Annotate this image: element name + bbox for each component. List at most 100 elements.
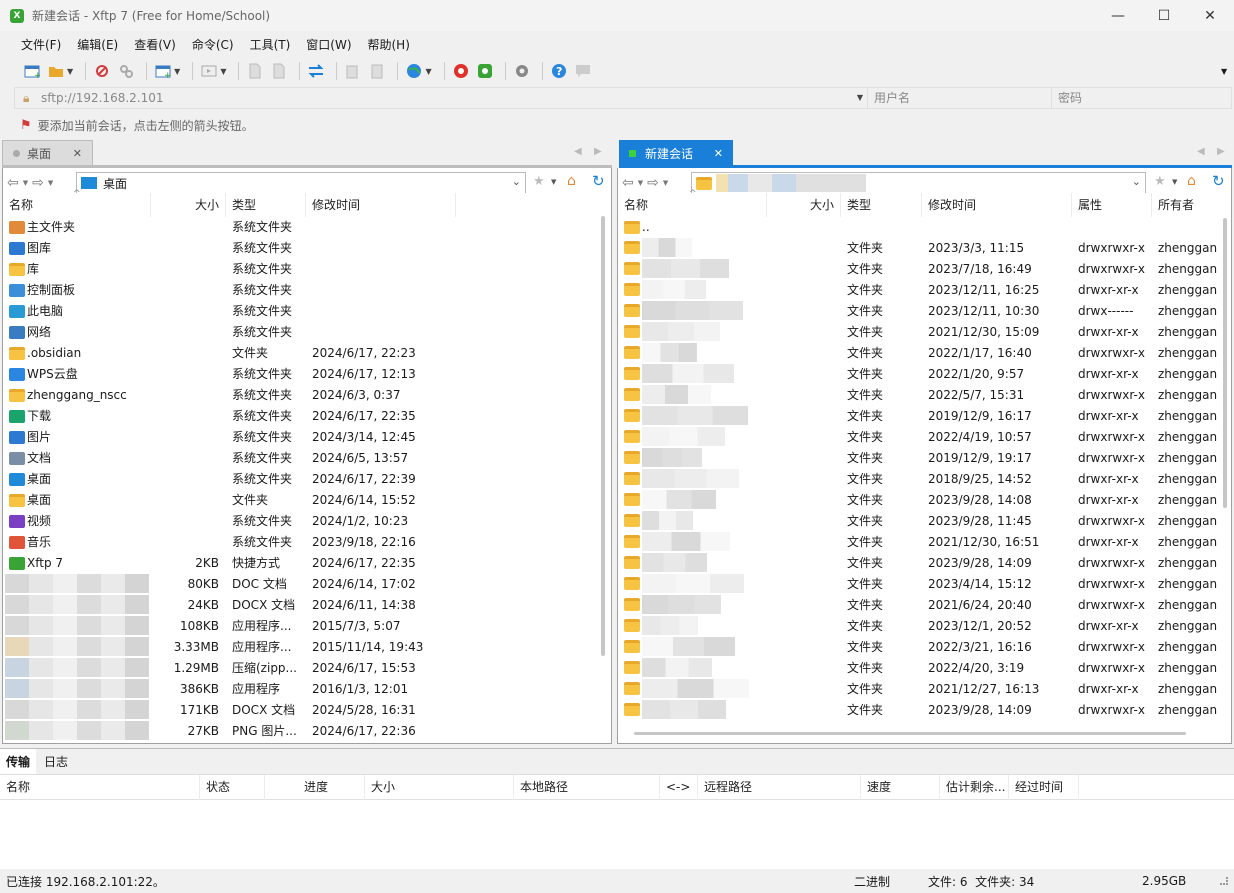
new-session-icon[interactable]: + [22,61,42,81]
paste-icon[interactable] [367,61,387,81]
local-file-row[interactable]: 音乐 系统文件夹 2023/9/18, 22:16 [3,531,601,552]
remote-file-row[interactable]: 文件夹 2023/12/11, 10:30 drwx------ zhenggan [618,300,1221,321]
remote-file-row[interactable]: 文件夹 2018/9/25, 14:52 drwxr-xr-x zhenggan [618,468,1221,489]
menu-command[interactable]: 命令(C) [184,36,242,53]
upload-icon[interactable] [245,61,265,81]
col-owner[interactable]: 所有者 [1152,193,1221,217]
remote-file-row[interactable]: 文件夹 2023/9/28, 14:08 drwxr-xr-x zhenggan [618,489,1221,510]
tab-transfer[interactable]: 传输 [0,749,37,774]
open-dropdown-icon[interactable]: ▼ [67,67,73,76]
close-tab-icon[interactable]: ✕ [714,147,723,160]
remote-horizontal-scrollbar[interactable] [634,732,1186,735]
tab-scroll-left-icon[interactable]: ◀ [1197,146,1205,157]
refresh-icon[interactable]: ↻ [1212,172,1225,190]
local-file-row[interactable]: WPS云盘 系统文件夹 2024/6/17, 12:13 [3,363,601,384]
tab-scroll-right-icon[interactable]: ▶ [594,146,602,157]
col-status[interactable]: 状态 [200,775,265,800]
col-size[interactable]: 大小 [151,193,226,217]
xftp-icon[interactable] [475,61,495,81]
remote-file-row[interactable]: 文件夹 2022/1/17, 16:40 drwxrwxr-x zhenggan [618,342,1221,363]
local-file-row[interactable]: 此电脑 系统文件夹 [3,300,601,321]
path-dropdown-icon[interactable]: ⌄ [1132,175,1141,188]
remote-file-row[interactable]: 文件夹 2019/12/9, 19:17 drwxrwxr-x zhenggan [618,447,1221,468]
bookmark-star-icon[interactable]: ★ [533,174,545,189]
close-button[interactable]: ✕ [1187,0,1233,31]
tab-local-desktop[interactable]: 桌面 ✕ [2,140,93,166]
xshell-icon[interactable] [451,61,471,81]
remote-file-row[interactable]: 文件夹 2023/4/14, 15:12 drwxrwxr-x zhenggan [618,573,1221,594]
local-file-row[interactable]: 库 系统文件夹 [3,258,601,279]
remote-vertical-scrollbar[interactable] [1223,218,1227,508]
copy-icon[interactable] [343,61,363,81]
new-tab-icon[interactable]: + [153,61,173,81]
home-icon[interactable]: ⌂ [567,173,576,189]
transfer-dropdown-icon[interactable]: ▼ [220,67,226,76]
local-file-row[interactable]: 桌面 系统文件夹 2024/6/17, 22:39 [3,468,601,489]
col-elapsed[interactable]: 经过时间 [1009,775,1079,800]
col-type[interactable]: 类型 [226,193,306,217]
username-input[interactable]: 用户名 [867,88,1051,108]
remote-file-row[interactable]: 文件夹 2021/12/30, 15:09 drwxr-xr-x zhenggan [618,321,1221,342]
forward-dropdown-icon[interactable]: ▼ [663,179,668,187]
home-icon[interactable]: ⌂ [1187,173,1196,189]
menu-view[interactable]: 查看(V) [126,36,184,53]
bookmark-star-icon[interactable]: ★ [1154,174,1166,189]
local-file-row[interactable]: 视频 系统文件夹 2024/1/2, 10:23 [3,510,601,531]
local-file-row[interactable]: zhenggang_nscc 系统文件夹 2024/6/3, 0:37 [3,384,601,405]
tab-log[interactable]: 日志 [36,749,76,774]
bookmark-flag-icon[interactable]: ⚑ [20,118,32,133]
transfer-icon[interactable] [199,61,219,81]
refresh-icon[interactable]: ↻ [592,172,605,190]
bookmark-dropdown-icon[interactable]: ▼ [1172,178,1177,186]
col-remote-path[interactable]: 远程路径 [698,775,861,800]
remote-file-row[interactable]: 文件夹 2022/3/21, 16:16 drwxrwxr-x zhenggan [618,636,1221,657]
col-type[interactable]: 类型 [841,193,922,217]
col-mtime[interactable]: 修改时间 [922,193,1072,217]
bookmark-dropdown-icon[interactable]: ▼ [551,178,556,186]
local-file-row[interactable]: 27KB PNG 图片... 2024/6/17, 22:36 [3,720,601,741]
remote-file-row[interactable]: 文件夹 2021/12/27, 16:13 drwxr-xr-x zhenggan [618,678,1221,699]
local-file-row[interactable]: 1.29MB 压缩(zipp... 2024/6/17, 15:53 [3,657,601,678]
remote-file-row[interactable]: 文件夹 2021/6/24, 20:40 drwxrwxr-x zhenggan [618,594,1221,615]
back-arrow-icon[interactable]: ⇦ [7,175,19,191]
sync-icon[interactable] [306,61,326,81]
local-file-row[interactable]: 3.33MB 应用程序... 2015/11/14, 19:43 [3,636,601,657]
remote-file-row[interactable]: 文件夹 2023/9/28, 14:09 drwxrwxr-x zhenggan [618,699,1221,720]
globe-icon[interactable] [404,61,424,81]
remote-file-row[interactable]: 文件夹 2023/9/28, 11:45 drwxrwxr-x zhenggan [618,510,1221,531]
local-file-row[interactable]: Xftp 7 2KB 快捷方式 2024/6/17, 22:35 [3,552,601,573]
col-direction[interactable]: <-> [660,775,698,800]
local-file-row[interactable]: 文档 系统文件夹 2024/6/5, 13:57 [3,447,601,468]
menu-tools[interactable]: 工具(T) [242,36,299,53]
remote-file-row[interactable]: 文件夹 2022/4/19, 10:57 drwxrwxr-x zhenggan [618,426,1221,447]
reconnect-icon[interactable] [116,61,136,81]
transfer-mode[interactable]: 二进制 [854,873,890,890]
local-file-row[interactable]: 桌面 文件夹 2024/6/14, 15:52 [3,489,601,510]
local-file-row[interactable]: 171KB DOCX 文档 2024/5/28, 16:31 [3,699,601,720]
forward-arrow-icon[interactable]: ⇨ [32,175,44,191]
disconnect-icon[interactable] [92,61,112,81]
remote-file-row[interactable]: 文件夹 2021/12/30, 16:51 drwxr-xr-x zhenggan [618,531,1221,552]
menu-help[interactable]: 帮助(H) [360,36,418,53]
resize-grip-icon[interactable] [1220,877,1228,885]
local-file-row[interactable]: 108KB 应用程序... 2015/7/3, 5:07 [3,615,601,636]
forward-arrow-icon[interactable]: ⇨ [647,175,659,191]
tab-remote-session[interactable]: 新建会话 ✕ [619,140,733,166]
globe-dropdown-icon[interactable]: ▼ [425,67,431,76]
col-mtime[interactable]: 修改时间 [306,193,456,217]
remote-file-row[interactable]: 文件夹 2022/4/20, 3:19 drwxrwxr-x zhenggan [618,657,1221,678]
col-attr[interactable]: 属性 [1072,193,1152,217]
remote-file-row[interactable]: 文件夹 2023/3/3, 11:15 drwxrwxr-x zhenggan [618,237,1221,258]
local-file-row[interactable]: 网络 系统文件夹 [3,321,601,342]
remote-file-row[interactable]: 文件夹 2022/5/7, 15:31 drwxrwxr-x zhenggan [618,384,1221,405]
back-dropdown-icon[interactable]: ▼ [638,179,643,187]
local-file-row[interactable]: 80KB DOC 文档 2024/6/14, 17:02 [3,573,601,594]
remote-file-row[interactable]: 文件夹 2022/1/20, 9:57 drwxr-xr-x zhenggan [618,363,1221,384]
local-path-input[interactable]: 桌面 ⌄ [76,172,526,194]
col-name[interactable]: 名称 [0,775,200,800]
col-speed[interactable]: 速度 [861,775,940,800]
help-icon[interactable]: ? [549,61,569,81]
settings-gear-icon[interactable] [512,61,532,81]
local-file-row[interactable]: 主文件夹 系统文件夹 [3,216,601,237]
minimize-button[interactable]: — [1095,0,1141,31]
